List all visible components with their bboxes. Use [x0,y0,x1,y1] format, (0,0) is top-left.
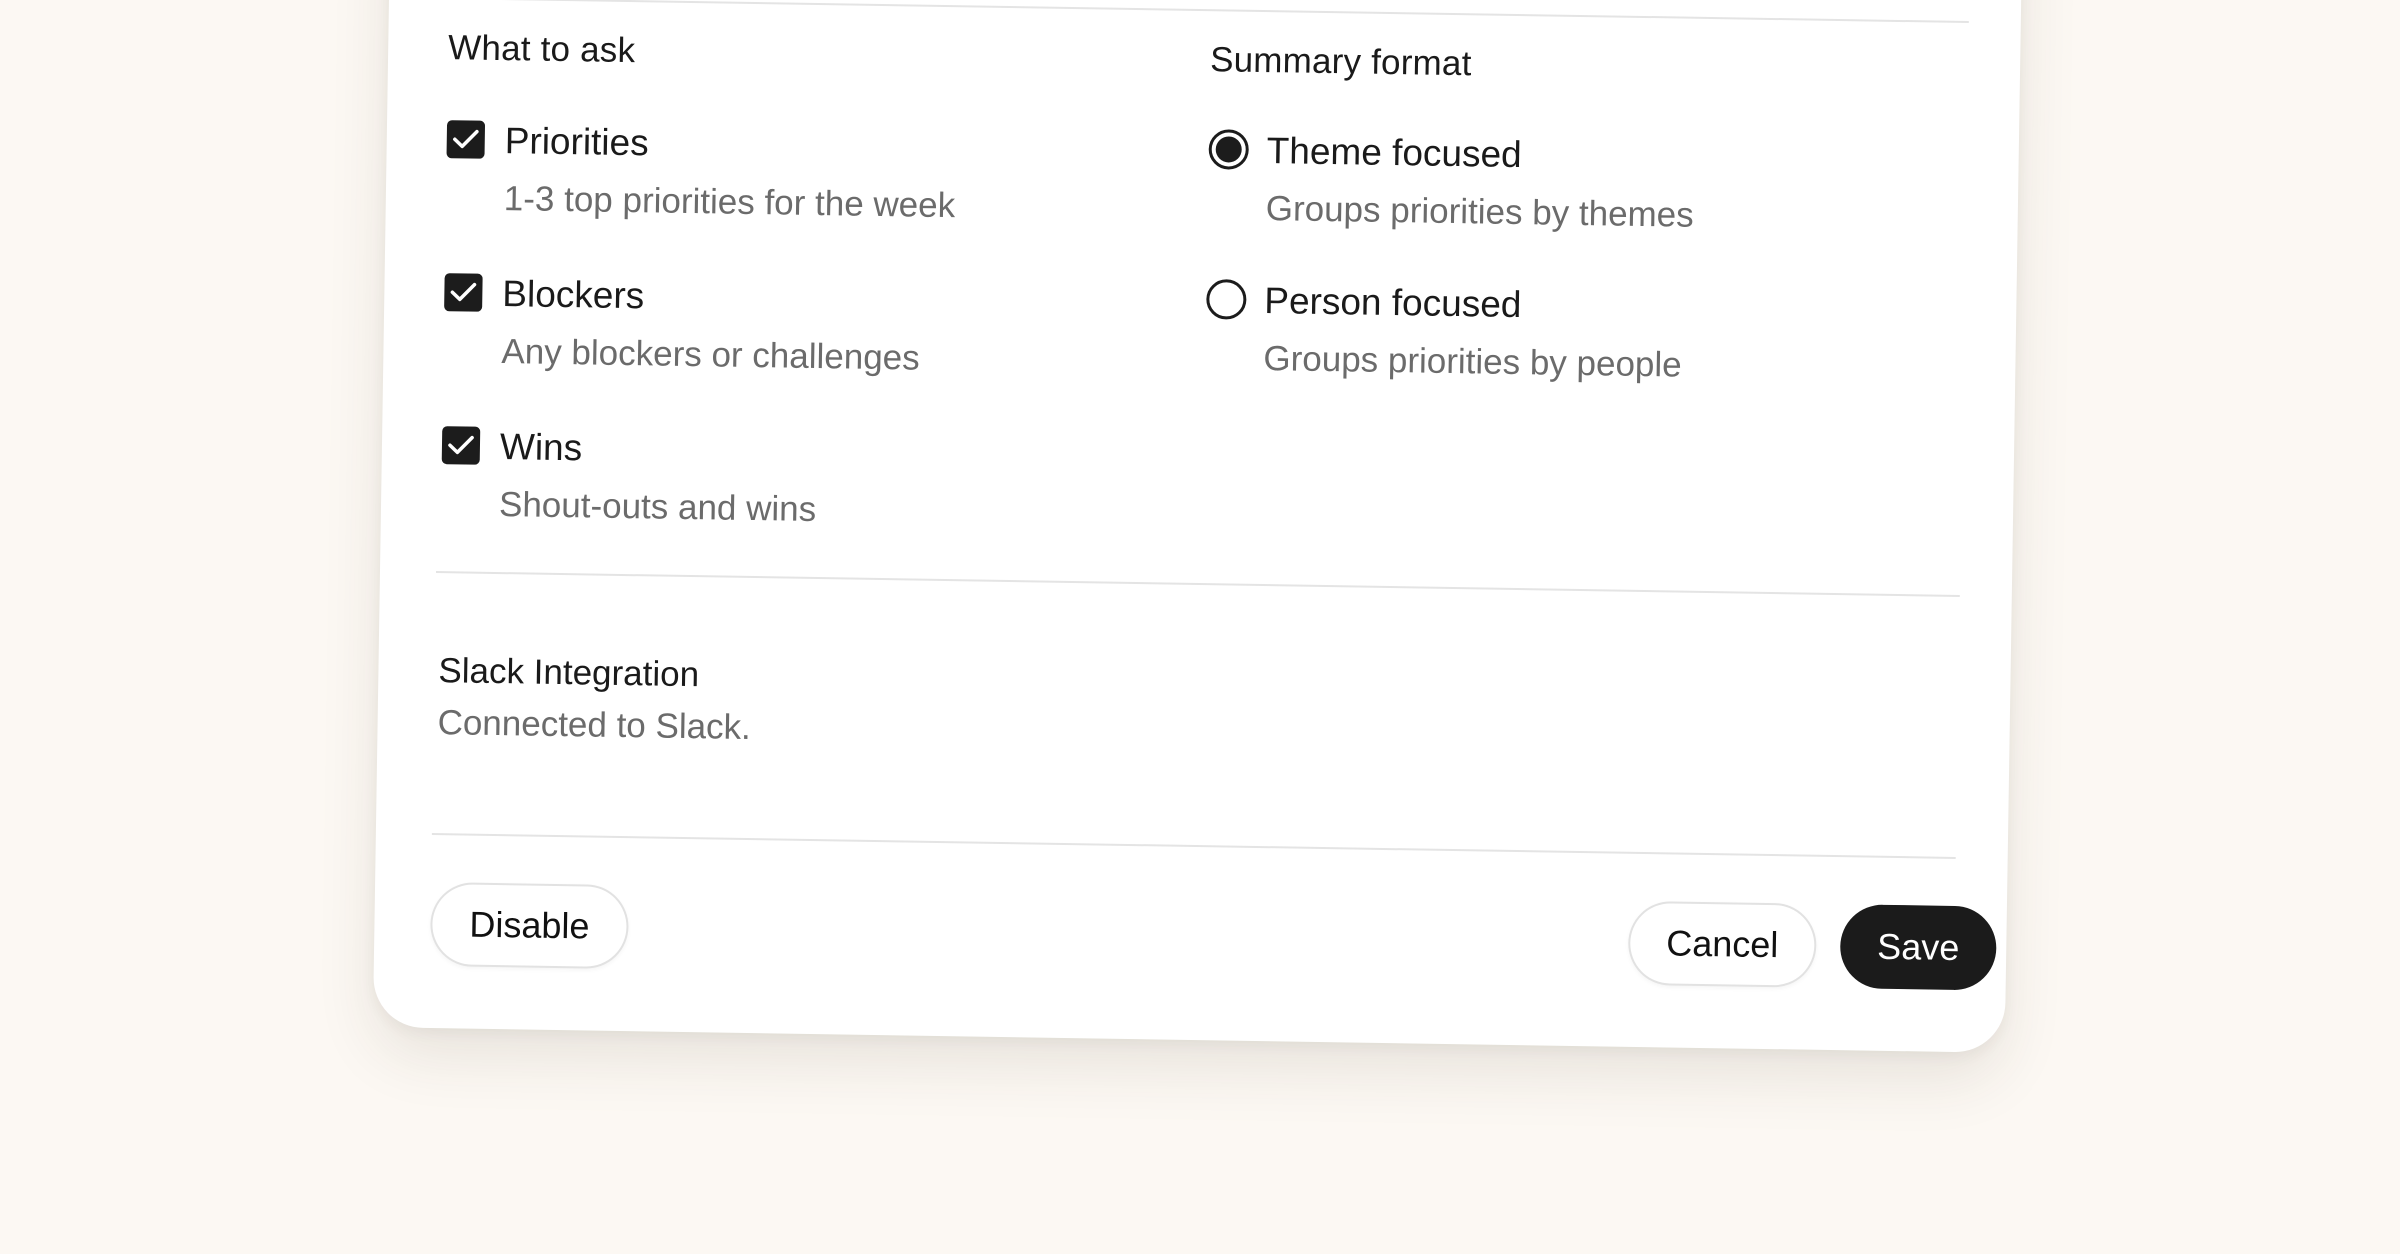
blockers-label: Blockers [502,273,645,317]
disable-button[interactable]: Disable [429,882,630,970]
summary-format-section: Summary format Theme focused Groups prio… [1205,40,1696,388]
priorities-description: 1-3 top priorities for the week [503,179,956,226]
theme-focused-description: Groups priorities by themes [1265,189,1695,235]
priorities-checkbox[interactable] [446,120,486,159]
wins-checkbox[interactable] [441,426,481,465]
theme-focused-radio[interactable] [1208,129,1250,170]
what-to-ask-heading: What to ask [447,28,636,71]
footer-divider [431,833,1956,859]
slack-integration-title: Slack Integration [438,651,700,695]
person-focused-description: Groups priorities by people [1263,339,1682,385]
checkmark-icon [453,129,479,149]
what-to-ask-section: What to ask Priorities 1-3 top prioritie… [441,28,958,534]
cancel-button[interactable]: Cancel [1627,900,1817,988]
wins-description: Shout-outs and wins [498,485,817,530]
section-divider [435,571,1960,597]
checkmark-icon [448,435,474,455]
summary-format-heading: Summary format [1209,40,1472,84]
slack-integration-section: Slack Integration Connected to Slack. [437,651,752,748]
save-button[interactable]: Save [1839,904,1997,991]
top-divider [444,0,1969,24]
settings-card: What to ask Priorities 1-3 top prioritie… [372,0,2024,1053]
blockers-description: Any blockers or challenges [501,332,920,378]
checkmark-icon [450,282,477,302]
wins-label: Wins [499,426,583,469]
priorities-label: Priorities [504,120,650,164]
person-focused-label: Person focused [1264,280,1522,326]
person-focused-radio[interactable] [1206,279,1247,320]
option-person-focused[interactable]: Person focused Groups priorities by peop… [1205,278,1692,388]
option-priorities[interactable]: Priorities 1-3 top priorities for the we… [446,118,957,228]
blockers-checkbox[interactable] [444,273,483,312]
slack-status-text: Connected to Slack. [437,703,752,748]
option-wins[interactable]: Wins Shout-outs and wins [441,424,952,534]
option-blockers[interactable]: Blockers Any blockers or challenges [443,271,954,381]
theme-focused-label: Theme focused [1266,130,1523,176]
option-theme-focused[interactable]: Theme focused Groups priorities by theme… [1207,128,1694,238]
